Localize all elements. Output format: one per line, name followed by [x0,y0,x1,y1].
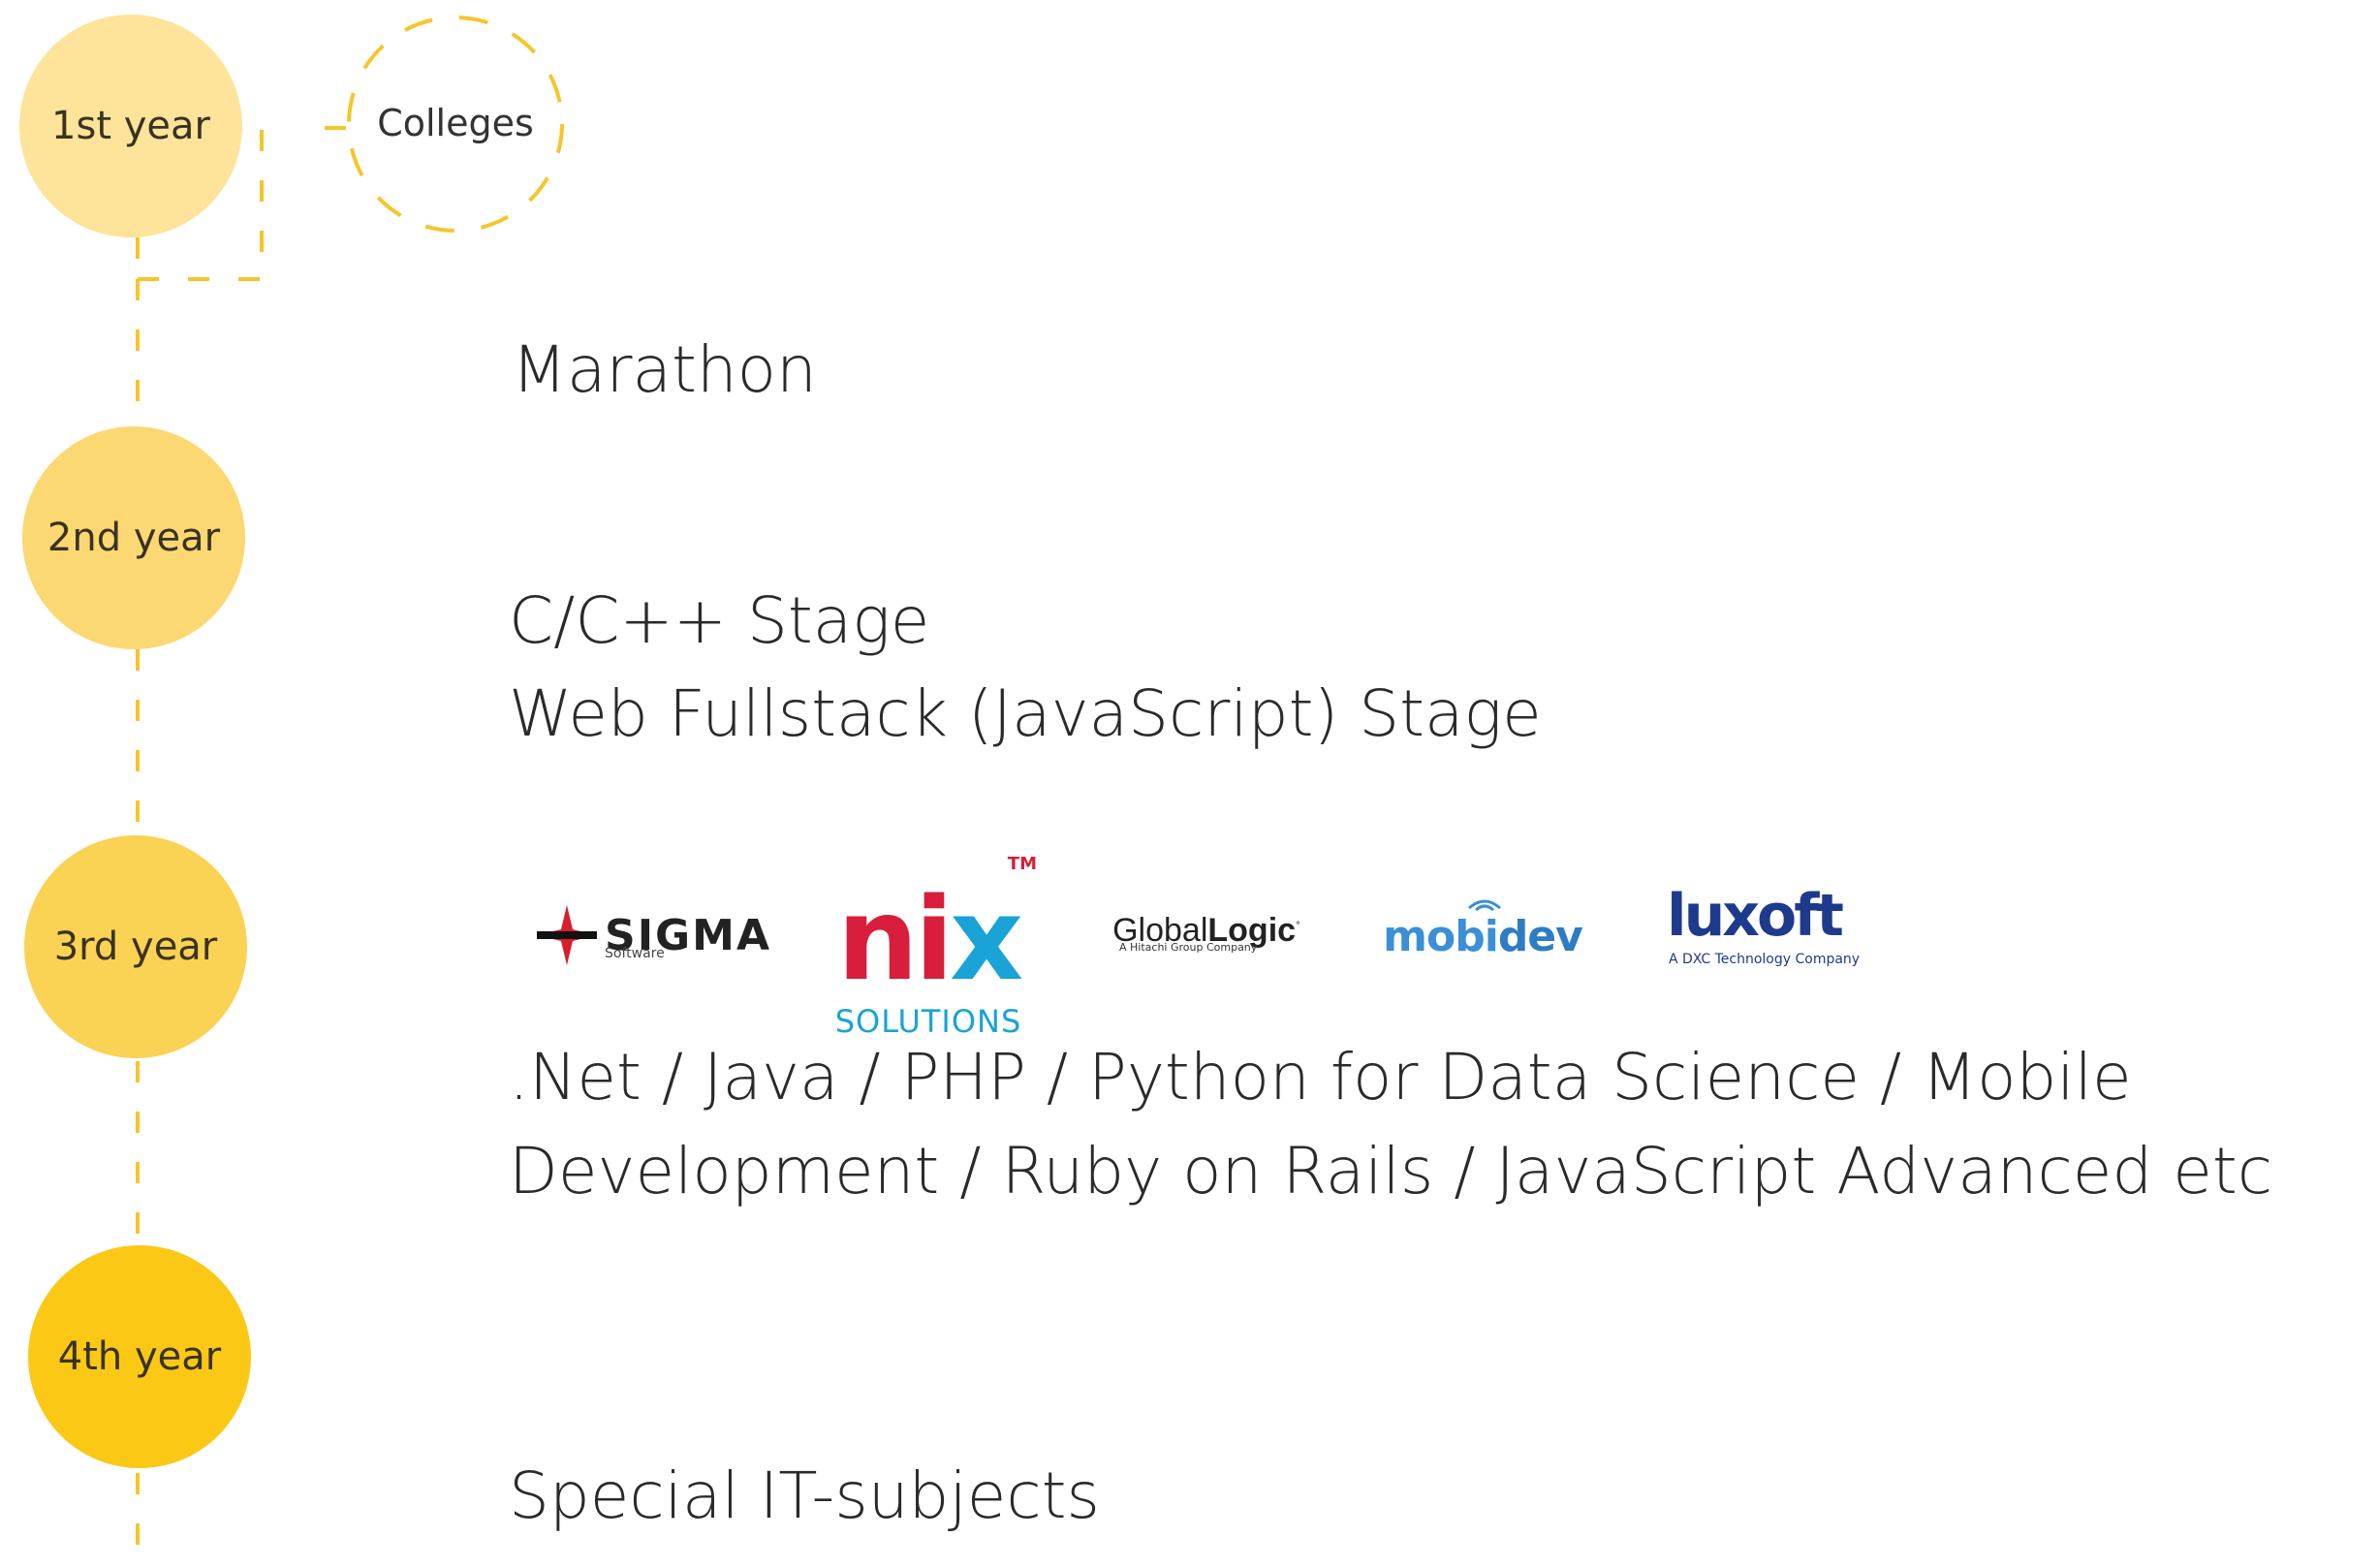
stage2-line2: Web Fullstack (JavaScript) Stage [509,676,1542,751]
luxoft-sub: A DXC Technology Company [1669,952,1861,967]
luxoft-logo: luxoft A DXC Technology Company [1667,882,1861,979]
year-3-node: 3rd year [24,835,247,1058]
stage3-line2: Development / Ruby on Rails / JavaScript… [509,1134,2273,1208]
year-1-label: 1st year [51,104,210,148]
mobidev-logo: mobidev [1376,887,1589,974]
luxoft-name: luxoft [1667,882,1844,950]
mobidev-name: mobidev [1383,911,1583,961]
year-3-label: 3rd year [53,925,218,969]
stage3-line1: .Net / Java / PHP / Python for Data Scie… [509,1040,2132,1114]
year-4-label: 4th year [57,1334,222,1379]
colleges-node: Colleges [344,12,567,235]
stage4-text: Special IT-subjects [509,1458,1100,1533]
year-4-node: 4th year [28,1245,251,1468]
marathon-text: Marathon [512,332,817,407]
nix-logo: nix TM SOLUTIONS [822,854,1037,1047]
nix-name: nix [836,872,1024,1006]
wifi-icon [1468,899,1501,912]
year-2-node: 2nd year [22,426,245,649]
globallogic-sub: A Hitachi Group Company [1119,941,1258,954]
nix-tm: TM [1007,854,1037,874]
sigma-sub: Software [605,946,665,961]
stage2-line1: C/C++ Stage [509,583,930,658]
year-2-label: 2nd year [47,516,221,560]
colleges-label: Colleges [377,102,534,144]
sigma-logo: SIGMA Software [535,892,769,979]
nix-sub: SOLUTIONS [834,1003,1022,1040]
timeline-connectors [136,16,564,1568]
year-1-node: 1st year [19,15,242,237]
sigma-star-icon [537,905,597,965]
globallogic-logo: GlobalLogic° A Hitachi Group Company [1090,887,1323,974]
